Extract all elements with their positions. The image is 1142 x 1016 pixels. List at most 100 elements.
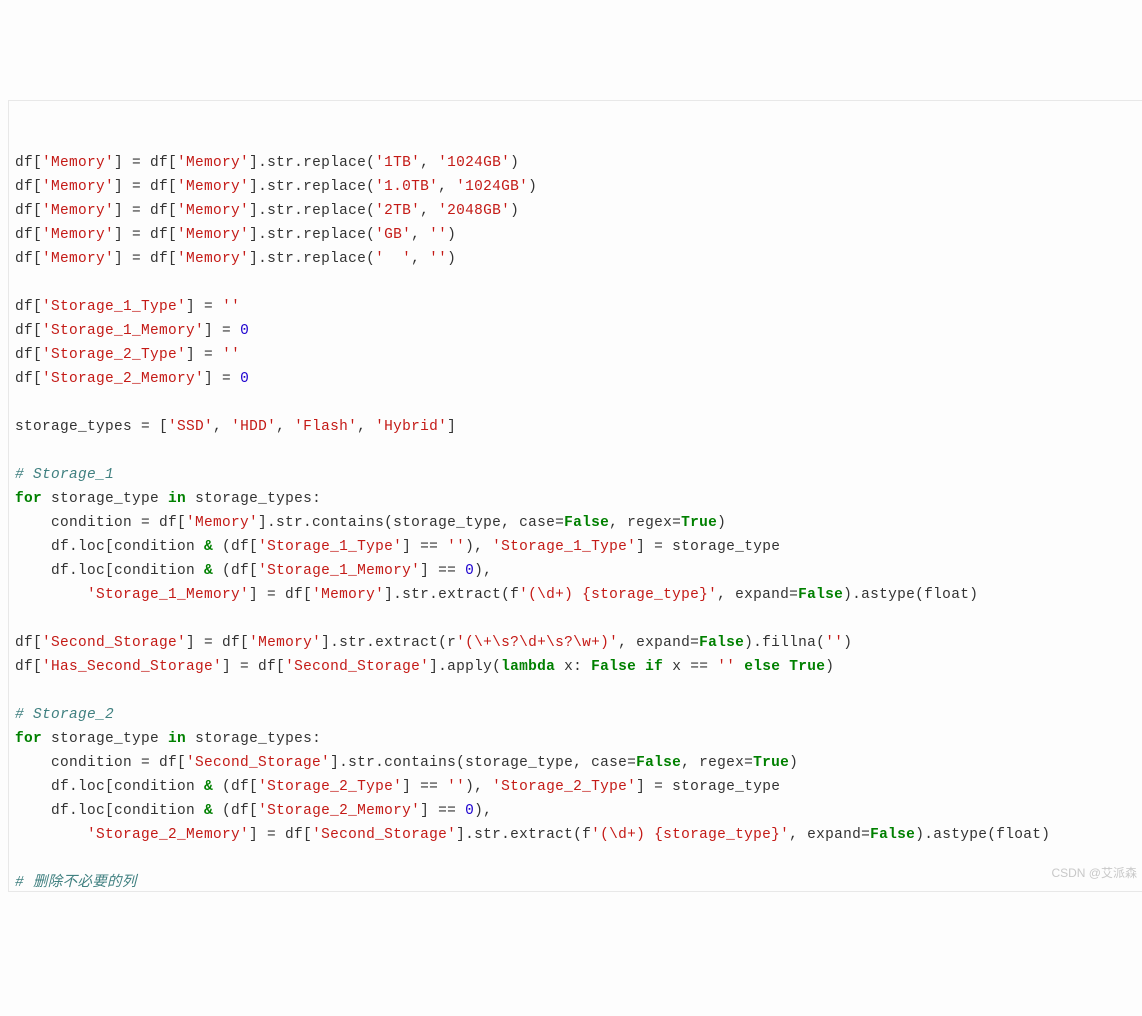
code-line: df.loc[condition & (df['Storage_2_Type']…	[15, 775, 1142, 799]
code-line	[15, 847, 1142, 871]
token-plain: ] =	[204, 323, 240, 339]
token-str: 'Storage_1_Type'	[42, 299, 186, 315]
token-plain: ,	[213, 419, 231, 435]
token-plain	[780, 659, 789, 675]
token-plain: storage_types:	[186, 731, 321, 747]
token-plain: ),	[474, 803, 492, 819]
code-line	[15, 607, 1142, 631]
token-str: 'Memory'	[42, 203, 114, 219]
token-plain: x:	[555, 659, 591, 675]
token-plain: ,	[420, 155, 438, 171]
token-plain: (df[	[213, 563, 258, 579]
code-line: df['Has_Second_Storage'] = df['Second_St…	[15, 655, 1142, 679]
token-plain	[735, 659, 744, 675]
token-plain: ].str.replace(	[249, 251, 375, 267]
token-plain: ,	[276, 419, 294, 435]
token-plain: ]	[447, 419, 456, 435]
token-plain: ].str.extract(f	[456, 827, 591, 843]
code-line: df.loc[condition & (df['Storage_1_Memory…	[15, 559, 1142, 583]
code-line: # Storage_1	[15, 463, 1142, 487]
token-plain: df[	[15, 323, 42, 339]
token-plain: ),	[465, 539, 492, 555]
token-plain: ,	[420, 203, 438, 219]
token-str: 'GB'	[375, 227, 411, 243]
token-kw: in	[168, 491, 186, 507]
token-str: 'Memory'	[312, 587, 384, 603]
token-str: '2048GB'	[438, 203, 510, 219]
token-plain: df.loc[condition	[15, 779, 204, 795]
token-bool: False	[564, 515, 609, 531]
token-plain: ).astype(float)	[915, 827, 1050, 843]
token-str: 'Memory'	[186, 515, 258, 531]
token-str: 'Memory'	[249, 635, 321, 651]
token-plain: df[	[15, 299, 42, 315]
token-str: 'Has_Second_Storage'	[42, 659, 222, 675]
code-line: df['Storage_1_Memory'] = 0	[15, 319, 1142, 343]
token-str: 'Storage_1_Type'	[258, 539, 402, 555]
token-plain: df.loc[condition	[15, 563, 204, 579]
token-plain: ].str.extract(r	[321, 635, 456, 651]
token-kw: if	[645, 659, 663, 675]
token-plain: ] = df[	[114, 203, 177, 219]
token-bool: False	[699, 635, 744, 651]
token-plain: ] =	[186, 347, 222, 363]
token-plain: ].str.contains(storage_type, case=	[258, 515, 564, 531]
token-str: ''	[447, 539, 465, 555]
token-bool: True	[789, 659, 825, 675]
token-str: 'Storage_1_Memory'	[87, 587, 249, 603]
token-plain: ] = df[	[249, 587, 312, 603]
token-plain: )	[843, 635, 852, 651]
token-plain: ] = df[	[114, 251, 177, 267]
token-plain: storage_types = [	[15, 419, 168, 435]
token-plain: df[	[15, 659, 42, 675]
token-plain: ].apply(	[429, 659, 501, 675]
token-str: 'Second_Storage'	[312, 827, 456, 843]
token-str: 'Second_Storage'	[186, 755, 330, 771]
token-plain: ] = df[	[114, 227, 177, 243]
token-plain: , regex=	[681, 755, 753, 771]
token-str: '(\d+) {storage_type}'	[591, 827, 789, 843]
token-plain: ),	[465, 779, 492, 795]
token-str: 'Storage_2_Memory'	[87, 827, 249, 843]
token-kw: in	[168, 731, 186, 747]
code-line: df.loc[condition & (df['Storage_2_Memory…	[15, 799, 1142, 823]
token-str: 'HDD'	[231, 419, 276, 435]
token-plain: (df[	[213, 803, 258, 819]
token-plain: ] ==	[402, 539, 447, 555]
token-str: 'Storage_2_Type'	[258, 779, 402, 795]
token-plain: ] ==	[402, 779, 447, 795]
token-str: 'Second_Storage'	[285, 659, 429, 675]
token-plain: ].str.replace(	[249, 179, 375, 195]
token-str: 'Memory'	[42, 155, 114, 171]
token-op: &	[204, 779, 213, 795]
code-line: df['Memory'] = df['Memory'].str.replace(…	[15, 151, 1142, 175]
token-plain: ] = df[	[114, 155, 177, 171]
token-str: '1024GB'	[456, 179, 528, 195]
token-str: 'Storage_1_Memory'	[258, 563, 420, 579]
code-line: df['Memory'] = df['Memory'].str.replace(…	[15, 199, 1142, 223]
token-cmt: # Storage_2	[15, 707, 114, 723]
token-plain: storage_types:	[186, 491, 321, 507]
token-str: 'Storage_2_Type'	[42, 347, 186, 363]
token-bool: False	[591, 659, 636, 675]
token-str: '1TB'	[375, 155, 420, 171]
token-num: 0	[240, 371, 249, 387]
token-str: ''	[429, 227, 447, 243]
code-line: df['Memory'] = df['Memory'].str.replace(…	[15, 175, 1142, 199]
token-kw: for	[15, 491, 42, 507]
token-plain: ] ==	[420, 803, 465, 819]
token-str: 'Storage_1_Memory'	[42, 323, 204, 339]
token-plain: ] = storage_type	[636, 779, 780, 795]
token-plain: df[	[15, 635, 42, 651]
token-plain: ].str.replace(	[249, 227, 375, 243]
token-str: 'Memory'	[42, 227, 114, 243]
code-block: df['Memory'] = df['Memory'].str.replace(…	[8, 100, 1142, 892]
code-line: df['Storage_1_Type'] = ''	[15, 295, 1142, 319]
token-bool: True	[753, 755, 789, 771]
code-line: df['Storage_2_Memory'] = 0	[15, 367, 1142, 391]
token-bool: False	[636, 755, 681, 771]
token-plain: ] =	[204, 371, 240, 387]
token-plain: ] = df[	[114, 179, 177, 195]
token-str: ''	[825, 635, 843, 651]
code-line: storage_types = ['SSD', 'HDD', 'Flash', …	[15, 415, 1142, 439]
